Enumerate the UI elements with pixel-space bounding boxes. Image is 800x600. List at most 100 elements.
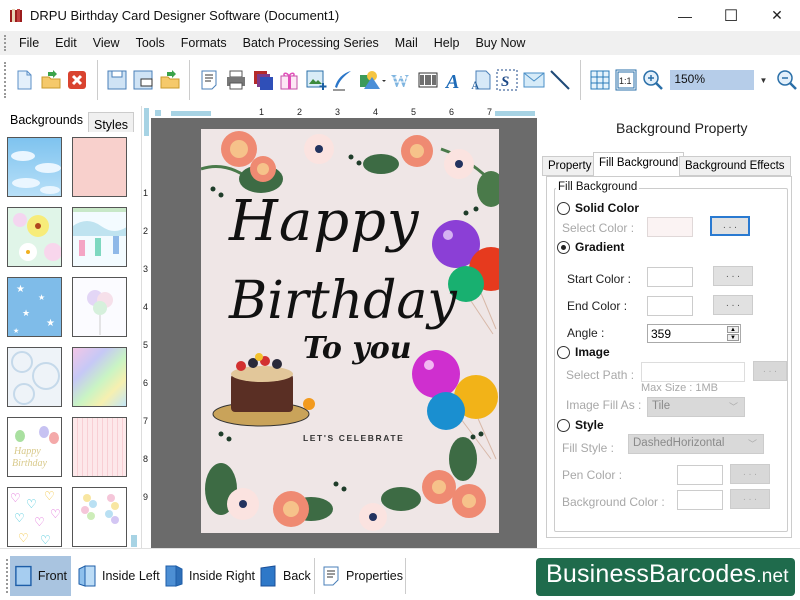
image-fill-as-select[interactable]: Tile ﹀ xyxy=(647,397,745,417)
signature-box-button[interactable]: S xyxy=(496,68,519,92)
fill-style-select[interactable]: DashedHorizontal ﹀ xyxy=(628,434,764,454)
save-icon xyxy=(107,70,127,90)
actual-size-button[interactable]: 1:1 xyxy=(615,68,638,92)
thumb-clouds[interactable] xyxy=(7,137,62,197)
svg-text:♡: ♡ xyxy=(44,489,55,503)
angle-spinner[interactable]: 359 ▲ ▼ xyxy=(647,324,741,343)
properties-button[interactable]: Properties xyxy=(317,556,407,596)
thumb-stars[interactable]: ★ ★ ★ ★ ★ xyxy=(7,277,62,337)
minimize-button[interactable]: — xyxy=(662,0,708,31)
solid-color-label[interactable]: Solid Color xyxy=(575,201,639,215)
signature-box-icon: S xyxy=(496,69,518,91)
menu-formats[interactable]: Formats xyxy=(173,31,235,55)
tab-fill-background[interactable]: Fill Background xyxy=(593,152,685,177)
inside-left-page-button[interactable]: Inside Left xyxy=(73,556,164,596)
gradient-radio[interactable] xyxy=(557,241,570,254)
grid-button[interactable] xyxy=(589,68,612,92)
menu-help[interactable]: Help xyxy=(426,31,468,55)
svg-text:Happy: Happy xyxy=(13,446,41,457)
shapes-button[interactable] xyxy=(358,68,386,92)
style-label[interactable]: Style xyxy=(575,418,604,432)
thumb-bubbles[interactable] xyxy=(7,347,62,407)
thumb-rainbow-pastel[interactable] xyxy=(72,347,127,407)
card-text-birthday[interactable]: Birthday xyxy=(229,271,457,331)
close-document-button[interactable] xyxy=(66,68,89,92)
zoom-in-button[interactable] xyxy=(642,68,665,92)
watermark-button[interactable]: W xyxy=(390,68,413,92)
inside-right-page-button[interactable]: Inside Right xyxy=(160,556,259,596)
thumb-happy-birthday-balloons[interactable]: Happy Birthday xyxy=(7,417,62,477)
menu-mail[interactable]: Mail xyxy=(387,31,426,55)
thumb-pastel-landscape[interactable] xyxy=(72,207,127,267)
card-text-happy[interactable]: Happy xyxy=(229,189,420,254)
end-color-picker-button[interactable]: . . . xyxy=(713,295,753,315)
menu-tools[interactable]: Tools xyxy=(128,31,173,55)
thumb-heart-outlines[interactable]: ♡ ♡ ♡ ♡ ♡ ♡ ♡ ♡ xyxy=(7,487,62,547)
style-radio[interactable] xyxy=(557,419,570,432)
thumb-balloons-sketch[interactable] xyxy=(72,277,127,337)
menu-batch-processing[interactable]: Batch Processing Series xyxy=(235,31,387,55)
new-button[interactable] xyxy=(13,68,36,92)
gift-button[interactable] xyxy=(278,68,301,92)
thumb-pink-hearts[interactable] xyxy=(72,137,127,197)
zoom-dropdown-arrow-icon[interactable]: ▼ xyxy=(760,76,768,85)
angle-down-icon[interactable]: ▼ xyxy=(727,334,739,341)
image-radio[interactable] xyxy=(557,346,570,359)
text-document-button[interactable]: A xyxy=(469,68,492,92)
card-page-front[interactable]: Happy Birthday To you LET'S CELEBRATE xyxy=(201,129,499,533)
image-browse-button[interactable]: . . . xyxy=(753,361,787,381)
start-color-picker-button[interactable]: . . . xyxy=(713,266,753,286)
text-art-button[interactable]: A xyxy=(443,68,466,92)
backgrounds-scrollbar[interactable] xyxy=(130,135,138,545)
angle-up-icon[interactable]: ▲ xyxy=(727,326,739,333)
card-text-to-you[interactable]: To you xyxy=(303,331,412,366)
open-template-button[interactable] xyxy=(159,68,182,92)
maximize-button[interactable]: ☐ xyxy=(708,0,754,31)
layers-button[interactable] xyxy=(251,68,274,92)
menu-edit[interactable]: Edit xyxy=(47,31,85,55)
tab-styles[interactable]: Styles xyxy=(88,112,135,132)
close-button[interactable]: ✕ xyxy=(754,0,800,31)
menu-buy-now[interactable]: Buy Now xyxy=(467,31,533,55)
pen-color-picker-button[interactable]: . . . xyxy=(730,464,770,484)
backgrounds-scrollbar-thumb[interactable] xyxy=(131,535,137,547)
save-button[interactable] xyxy=(106,68,129,92)
insert-image-button[interactable] xyxy=(304,68,327,92)
thumb-heart-stripes[interactable] xyxy=(72,417,127,477)
gradient-label[interactable]: Gradient xyxy=(575,240,624,254)
background-color-picker-button[interactable]: . . . xyxy=(730,489,770,509)
image-path-input[interactable] xyxy=(641,362,745,382)
tab-background-effects[interactable]: Background Effects xyxy=(679,156,791,176)
signature-button[interactable] xyxy=(331,68,354,92)
zoom-level-combo[interactable]: 150% xyxy=(670,70,754,90)
menu-file[interactable]: File xyxy=(11,31,47,55)
fill-style-label: Fill Style : xyxy=(562,441,615,455)
line-button[interactable] xyxy=(549,68,572,92)
line-tool-icon xyxy=(550,70,571,90)
angle-value[interactable]: 359 xyxy=(651,327,671,341)
zoom-out-button[interactable] xyxy=(775,68,798,92)
tab-property[interactable]: Property xyxy=(542,156,598,176)
image-label[interactable]: Image xyxy=(575,345,610,359)
save-as-button[interactable] xyxy=(132,68,155,92)
open-button[interactable] xyxy=(40,68,63,92)
save-as-icon xyxy=(133,70,153,90)
front-page-icon xyxy=(15,565,32,587)
barcode-button[interactable] xyxy=(416,68,439,92)
email-button[interactable] xyxy=(523,68,546,92)
menu-view[interactable]: View xyxy=(85,31,128,55)
tab-backgrounds[interactable]: Backgrounds xyxy=(4,109,89,131)
solid-color-picker-button[interactable]: . . . xyxy=(710,216,750,236)
svg-text:S: S xyxy=(501,74,509,90)
text-art-icon: A xyxy=(444,71,459,91)
zoom-out-icon xyxy=(776,70,797,90)
solid-color-radio[interactable] xyxy=(557,202,570,215)
card-text-tagline[interactable]: LET'S CELEBRATE xyxy=(303,433,404,443)
back-page-button[interactable]: Back xyxy=(254,556,315,596)
open-folder-icon xyxy=(41,70,61,89)
page-properties-button[interactable] xyxy=(198,68,221,92)
thumb-balloon-bunches[interactable] xyxy=(72,487,127,547)
front-page-button[interactable]: Front xyxy=(10,556,71,596)
thumb-daisies[interactable] xyxy=(7,207,62,267)
print-button[interactable] xyxy=(225,68,248,92)
